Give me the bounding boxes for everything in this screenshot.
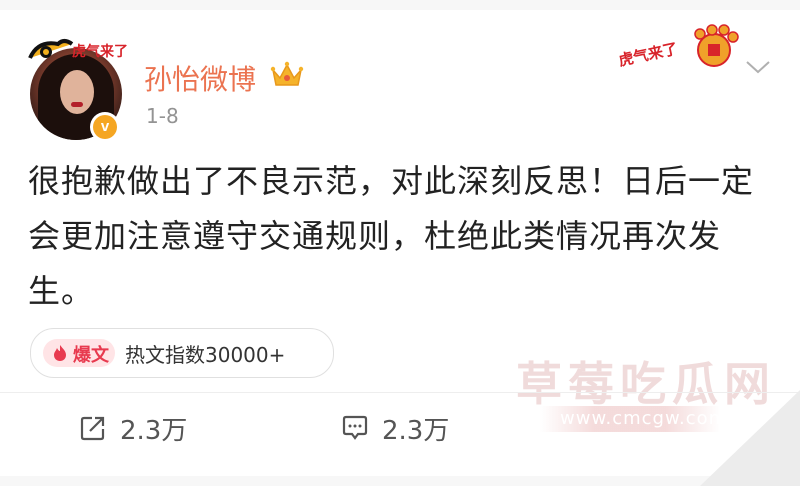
frame-text: 虎气来了: [72, 43, 128, 60]
comment-count: 2.3万: [382, 415, 450, 446]
verified-v-icon: v: [93, 115, 117, 139]
repost-count: 2.3万: [120, 415, 188, 446]
username[interactable]: 孙怡微博: [144, 58, 256, 98]
repost-button[interactable]: 2.3万: [78, 408, 187, 448]
flame-icon: [54, 345, 66, 361]
corner-decoration: [700, 390, 800, 486]
tiger-year-decoration-icon: 虎气来了: [617, 24, 739, 70]
watermark-url-banner: www.cmcgw.com: [540, 406, 726, 432]
hot-badge-label: 爆文: [73, 345, 109, 366]
crown-icon: [270, 61, 304, 86]
hot-index-text: 热文指数30000+: [125, 343, 286, 367]
divider: [0, 392, 800, 393]
tiger-year-avatar-frame-icon: 虎气来了: [28, 39, 128, 60]
post-content: 很抱歉做出了不良示范，对此深刻反思！日后一定会更加注意遵守交通规则，杜绝此类情况…: [28, 162, 755, 310]
post-card: 虎气来了 v 孙怡微博 1-8 虎气来了 很抱歉做出了不良示范，对此深刻反思！日…: [0, 10, 800, 486]
hot-article-index[interactable]: 爆文 热文指数30000+: [30, 328, 334, 378]
hot-badge: 爆文: [43, 339, 115, 367]
avatar[interactable]: 虎气来了 v: [24, 34, 134, 144]
verified-badge: v: [90, 112, 120, 142]
repost-share-icon: [80, 416, 105, 441]
post-time: 1-8: [146, 104, 179, 128]
more-chevron-down-icon[interactable]: [744, 58, 772, 76]
deco-text: 虎气来了: [617, 40, 679, 70]
comment-button[interactable]: 2.3万: [340, 408, 449, 448]
comment-icon: [342, 415, 368, 440]
